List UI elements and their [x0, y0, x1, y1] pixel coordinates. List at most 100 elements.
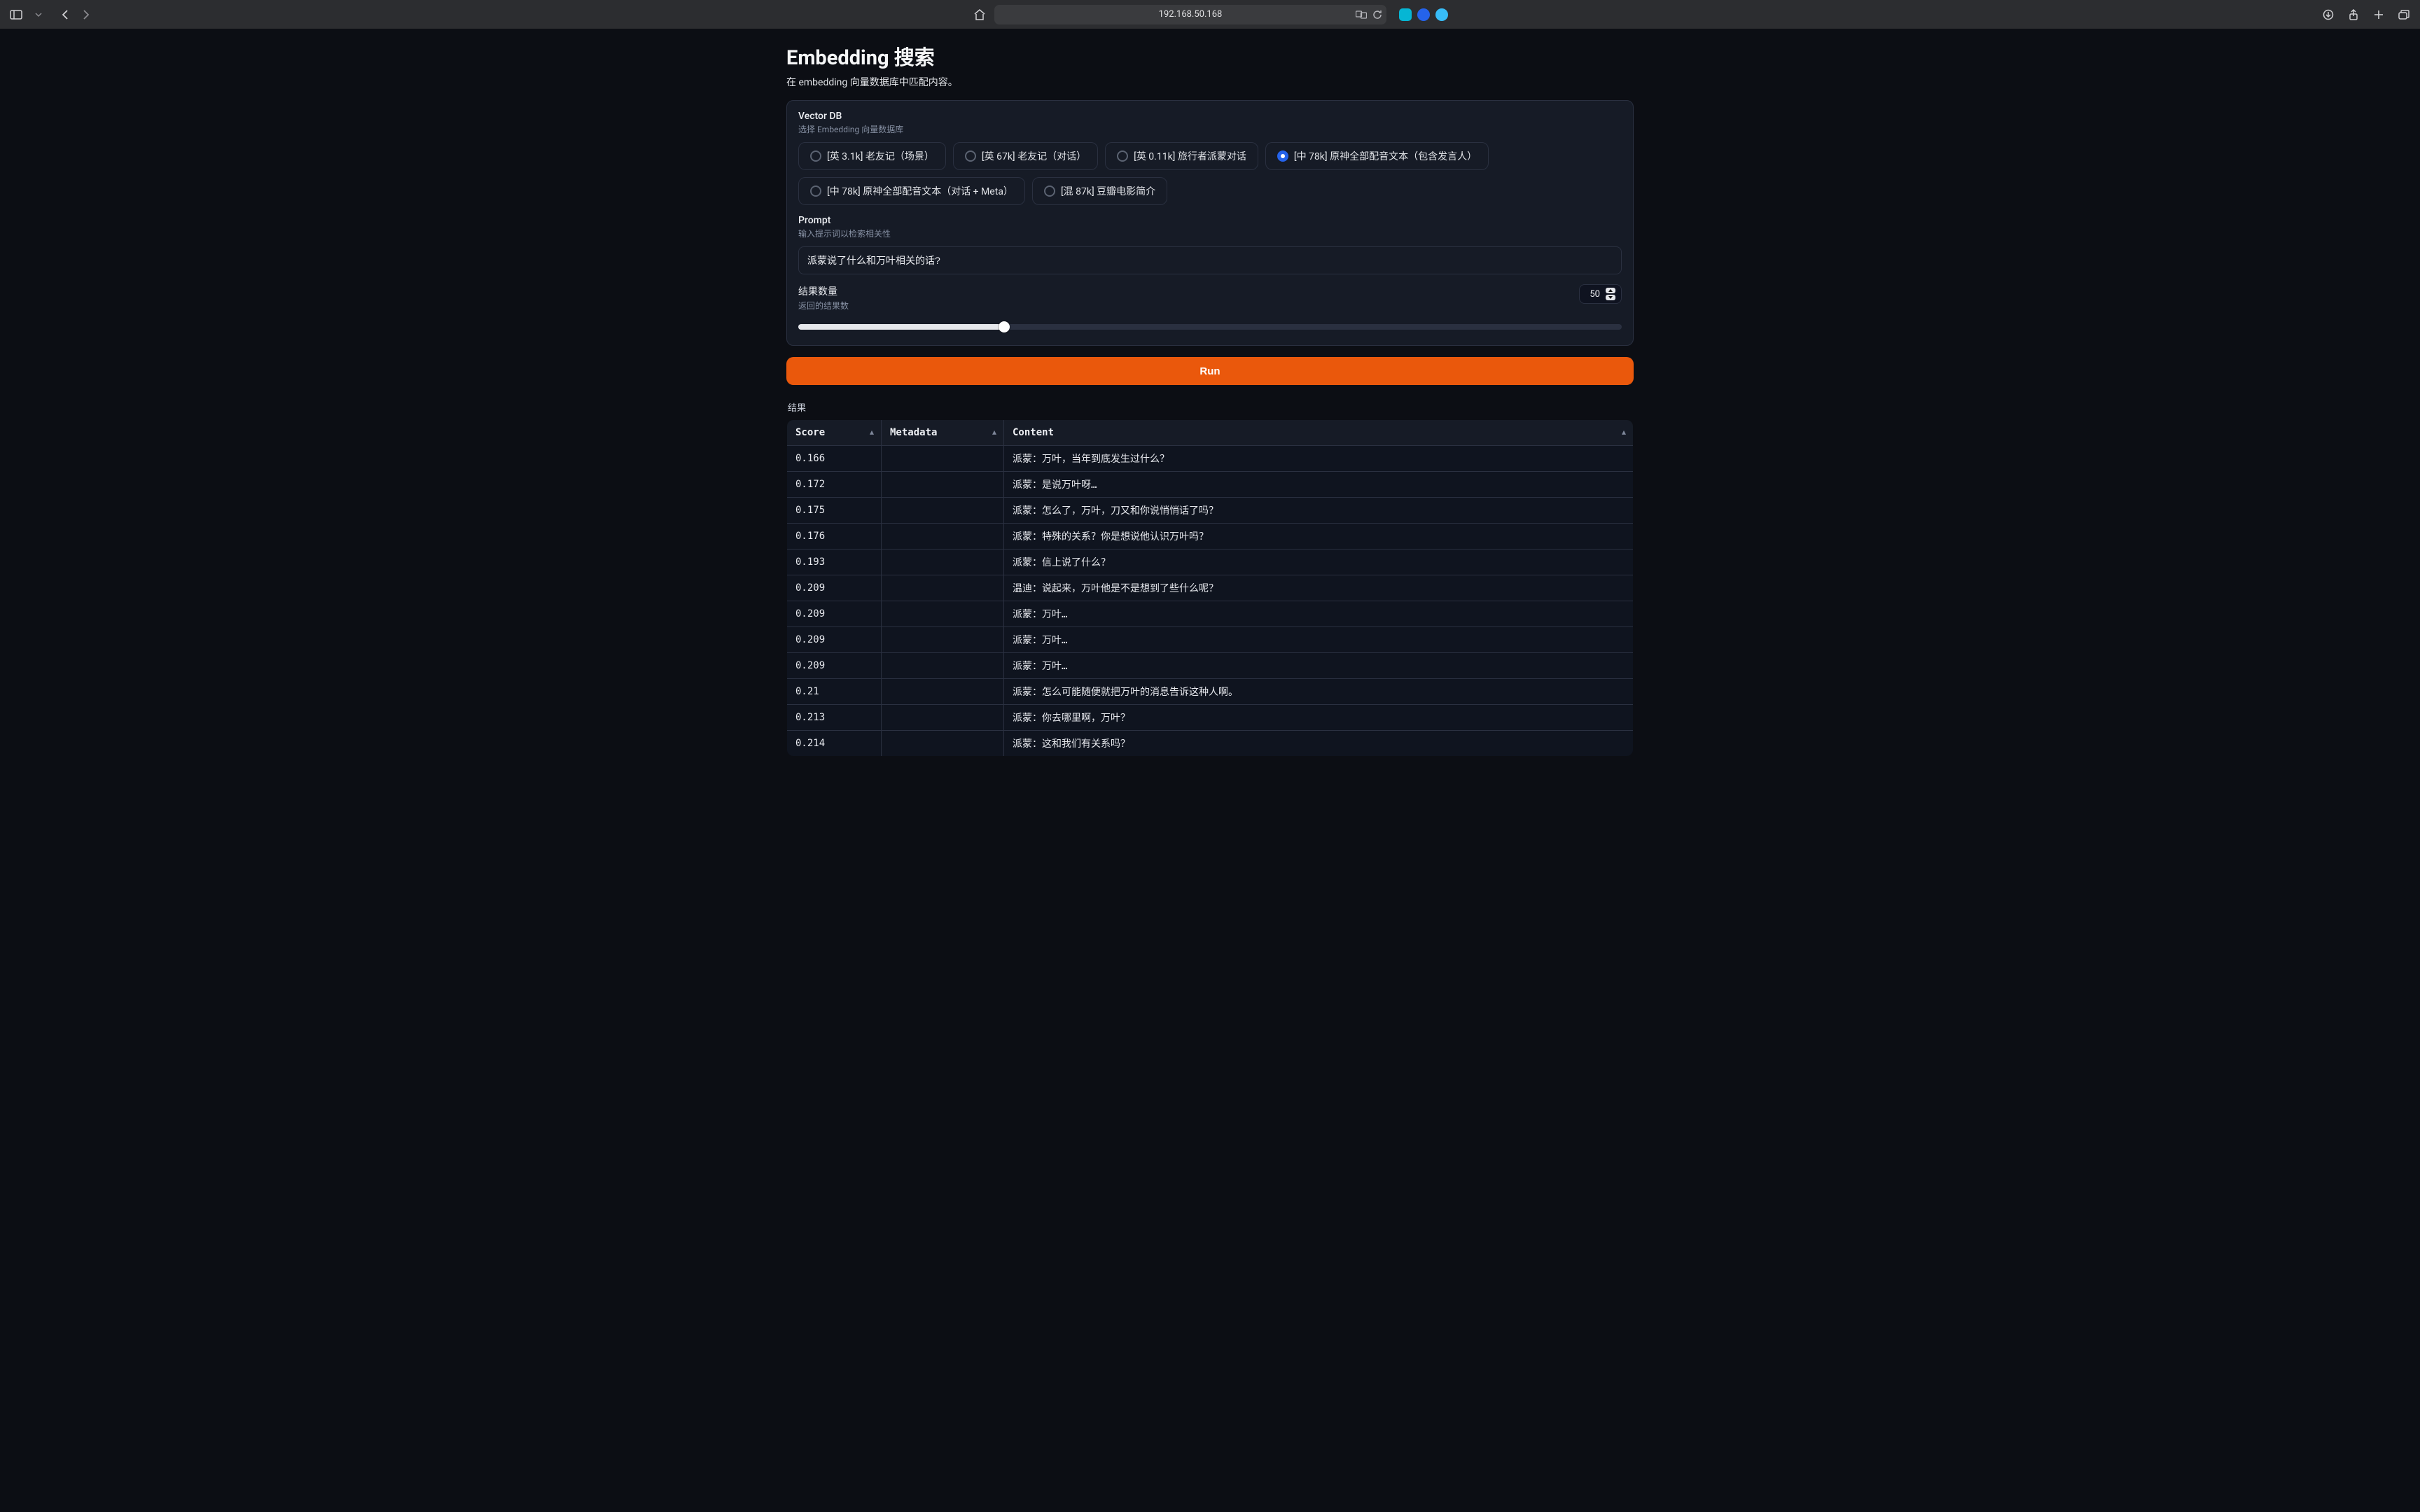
table-row: 0.193 派蒙：信上说了什么？: [787, 550, 1634, 575]
page-title: Embedding 搜索: [786, 41, 1634, 71]
cell-score: 0.214: [787, 731, 882, 757]
table-row: 0.172派蒙：是说万叶呀…: [787, 472, 1634, 498]
table-row: 0.176 派蒙：特殊的关系？你是想说他认识万叶吗？: [787, 524, 1634, 550]
count-label: 结果数量: [798, 284, 849, 298]
cell-score: 0.193: [787, 550, 882, 575]
count-stepper[interactable]: [1606, 288, 1615, 300]
page-subtitle: 在 embedding 向量数据库中匹配内容。: [786, 75, 1634, 89]
cell-content: 派蒙：万叶…: [1004, 627, 1634, 653]
prompt-input[interactable]: [798, 246, 1622, 274]
downloads-icon[interactable]: [2319, 6, 2337, 24]
chevron-down-icon[interactable]: [29, 6, 48, 24]
home-icon[interactable]: [971, 6, 989, 24]
radio-dot-icon: [810, 186, 821, 197]
count-help: 返回的结果数: [798, 300, 849, 312]
browser-chrome: 192.168.50.168: [0, 0, 2420, 29]
forward-button[interactable]: [77, 6, 95, 24]
extension-icon-3[interactable]: [1435, 8, 1448, 21]
table-row: 0.209派蒙：万叶…: [787, 601, 1634, 627]
address-bar[interactable]: 192.168.50.168: [994, 5, 1386, 24]
cell-score: 0.209: [787, 575, 882, 601]
cell-score: 0.175: [787, 498, 882, 524]
run-button[interactable]: Run: [786, 357, 1634, 385]
cell-metadata: [882, 627, 1004, 653]
vector-db-option-label: [英 0.11k] 旅行者派蒙对话: [1134, 149, 1246, 163]
translate-icon[interactable]: [1356, 10, 1367, 20]
vector-db-option-label: [英 67k] 老友记（对话）: [982, 149, 1086, 163]
vector-db-option[interactable]: [英 3.1k] 老友记（场景）: [798, 142, 946, 170]
vector-db-option[interactable]: [混 87k] 豆瓣电影简介: [1032, 177, 1167, 205]
cell-content: 派蒙：这和我们有关系吗？: [1004, 731, 1634, 757]
sort-icon: ▲: [1622, 429, 1626, 437]
table-row: 0.213 派蒙：你去哪里啊，万叶？: [787, 705, 1634, 731]
reload-icon[interactable]: [1372, 10, 1382, 20]
cell-score: 0.209: [787, 653, 882, 679]
radio-dot-icon: [1117, 150, 1128, 162]
table-row: 0.214 派蒙：这和我们有关系吗？: [787, 731, 1634, 757]
vector-db-label: Vector DB: [798, 111, 1622, 122]
count-slider[interactable]: [798, 324, 1622, 330]
cell-score: 0.166: [787, 446, 882, 472]
extension-icon-1[interactable]: [1399, 8, 1412, 21]
count-number-input[interactable]: 50: [1579, 284, 1622, 304]
cell-metadata: [882, 575, 1004, 601]
table-row: 0.209 派蒙：万叶…: [787, 627, 1634, 653]
search-panel: Vector DB 选择 Embedding 向量数据库 [英 3.1k] 老友…: [786, 100, 1634, 346]
tabs-icon[interactable]: [2395, 6, 2413, 24]
cell-metadata: [882, 679, 1004, 705]
vector-db-option[interactable]: [中 78k] 原神全部配音文本（包含发言人）: [1265, 142, 1489, 170]
prompt-label: Prompt: [798, 215, 1622, 226]
cell-metadata: [882, 705, 1004, 731]
share-icon[interactable]: [2344, 6, 2363, 24]
cell-metadata: [882, 472, 1004, 498]
cell-score: 0.21: [787, 679, 882, 705]
cell-content: 温迪：说起来，万叶他是不是想到了些什么呢？: [1004, 575, 1634, 601]
results-table: Score▲ Metadata▲ Content▲ 0.166派蒙：万叶，当年到…: [786, 419, 1634, 757]
cell-content: 派蒙：是说万叶呀…: [1004, 472, 1634, 498]
results-header-row: Score▲ Metadata▲ Content▲: [787, 420, 1634, 446]
cell-metadata: [882, 601, 1004, 627]
sidebar-toggle-icon[interactable]: [7, 6, 25, 24]
vector-db-options: [英 3.1k] 老友记（场景） [英 67k] 老友记（对话） [英 0.11k]…: [798, 142, 1622, 205]
cell-metadata: [882, 653, 1004, 679]
results-label: 结果: [788, 400, 1634, 414]
cell-metadata: [882, 446, 1004, 472]
cell-metadata: [882, 731, 1004, 757]
stepper-up-icon[interactable]: [1606, 288, 1615, 293]
cell-content: 派蒙：万叶…: [1004, 653, 1634, 679]
col-metadata[interactable]: Metadata▲: [882, 420, 1004, 446]
count-value: 50: [1590, 289, 1600, 300]
vector-db-option[interactable]: [中 78k] 原神全部配音文本（对话 + Meta）: [798, 177, 1025, 205]
cell-score: 0.176: [787, 524, 882, 550]
address-text: 192.168.50.168: [1159, 9, 1223, 20]
cell-content: 派蒙：你去哪里啊，万叶？: [1004, 705, 1634, 731]
vector-db-help: 选择 Embedding 向量数据库: [798, 123, 1622, 135]
radio-dot-icon: [1277, 150, 1288, 162]
cell-metadata: [882, 524, 1004, 550]
slider-thumb[interactable]: [999, 321, 1010, 332]
cell-score: 0.213: [787, 705, 882, 731]
table-row: 0.209 温迪：说起来，万叶他是不是想到了些什么呢？: [787, 575, 1634, 601]
col-content[interactable]: Content▲: [1004, 420, 1634, 446]
vector-db-option[interactable]: [英 0.11k] 旅行者派蒙对话: [1105, 142, 1258, 170]
vector-db-option[interactable]: [英 67k] 老友记（对话）: [953, 142, 1098, 170]
back-button[interactable]: [56, 6, 74, 24]
prompt-help: 输入提示词以检索相关性: [798, 227, 1622, 239]
cell-content: 派蒙：万叶…: [1004, 601, 1634, 627]
sort-icon: ▲: [870, 429, 874, 437]
table-row: 0.21 派蒙：怎么可能随便就把万叶的消息告诉这种人啊。: [787, 679, 1634, 705]
col-score[interactable]: Score▲: [787, 420, 882, 446]
cell-score: 0.209: [787, 627, 882, 653]
table-row: 0.166派蒙：万叶，当年到底发生过什么？: [787, 446, 1634, 472]
cell-content: 派蒙：怎么可能随便就把万叶的消息告诉这种人啊。: [1004, 679, 1634, 705]
radio-dot-icon: [1044, 186, 1055, 197]
extension-icon-2[interactable]: [1417, 8, 1430, 21]
radio-dot-icon: [810, 150, 821, 162]
cell-content: 派蒙：信上说了什么？: [1004, 550, 1634, 575]
vector-db-option-label: [混 87k] 豆瓣电影简介: [1061, 184, 1155, 198]
cell-content: 派蒙：怎么了，万叶，刀又和你说悄悄话了吗？: [1004, 498, 1634, 524]
cell-content: 派蒙：特殊的关系？你是想说他认识万叶吗？: [1004, 524, 1634, 550]
table-row: 0.209 派蒙：万叶…: [787, 653, 1634, 679]
stepper-down-icon[interactable]: [1606, 295, 1615, 300]
new-tab-icon[interactable]: [2370, 6, 2388, 24]
